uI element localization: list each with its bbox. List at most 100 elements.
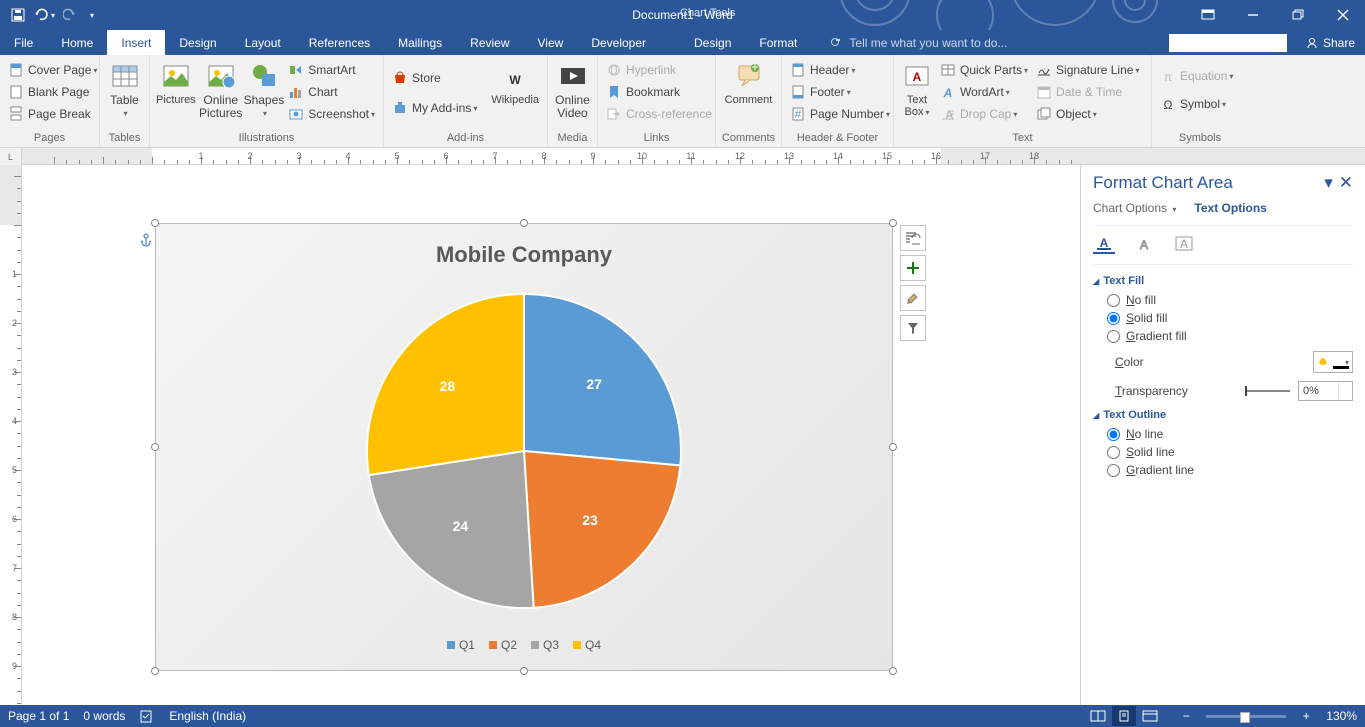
- spell-check-icon[interactable]: [139, 709, 155, 723]
- tab-chart-format[interactable]: Format: [745, 30, 811, 55]
- minimize-button[interactable]: [1230, 0, 1275, 30]
- share-button[interactable]: Share: [1295, 30, 1365, 55]
- online-video-button[interactable]: Online Video: [552, 57, 593, 125]
- cross-reference-button[interactable]: Cross-reference: [602, 103, 716, 125]
- tab-view[interactable]: View: [524, 30, 578, 55]
- symbol-button[interactable]: ΩSymbol▾: [1156, 93, 1237, 115]
- close-button[interactable]: [1320, 0, 1365, 30]
- legend-item[interactable]: Q1: [447, 638, 475, 652]
- resize-handle[interactable]: [520, 219, 528, 227]
- chart-legend[interactable]: Q1Q2Q3Q4: [156, 638, 892, 652]
- document-canvas[interactable]: Mobile Company 27232428 Q1Q2Q3Q4: [22, 165, 1080, 705]
- text-box-tab[interactable]: A: [1173, 232, 1195, 254]
- resize-handle[interactable]: [151, 667, 159, 675]
- blank-page-button[interactable]: Blank Page: [4, 81, 101, 103]
- my-addins-button[interactable]: My Add-ins ▾: [388, 97, 481, 119]
- pane-menu-button[interactable]: ▾: [1324, 173, 1333, 193]
- drop-cap-button[interactable]: ADrop Cap▾: [936, 103, 1032, 125]
- save-button[interactable]: [6, 3, 30, 27]
- tab-mailings[interactable]: Mailings: [384, 30, 456, 55]
- tab-design[interactable]: Design: [165, 30, 230, 55]
- ribbon-display-options[interactable]: [1185, 0, 1230, 30]
- tab-developer[interactable]: Developer: [577, 30, 660, 55]
- print-layout-button[interactable]: [1112, 706, 1136, 726]
- layout-options-button[interactable]: [900, 225, 926, 251]
- equation-button[interactable]: πEquation ▾: [1156, 65, 1237, 87]
- zoom-in-button[interactable]: +: [1294, 706, 1318, 726]
- legend-item[interactable]: Q2: [489, 638, 517, 652]
- resize-handle[interactable]: [889, 667, 897, 675]
- undo-button[interactable]: ▾: [32, 3, 56, 27]
- zoom-slider[interactable]: [1206, 715, 1286, 718]
- no-fill-radio[interactable]: No fill: [1107, 293, 1353, 307]
- tab-references[interactable]: References: [295, 30, 384, 55]
- date-time-button[interactable]: Date & Time: [1032, 81, 1143, 103]
- chart-styles-button[interactable]: [900, 285, 926, 311]
- solid-fill-radio[interactable]: Solid fill: [1107, 311, 1353, 325]
- hyperlink-button[interactable]: Hyperlink: [602, 59, 716, 81]
- pane-close-button[interactable]: ✕: [1339, 173, 1353, 193]
- gradient-line-radio[interactable]: Gradient line: [1107, 463, 1353, 477]
- chart-title[interactable]: Mobile Company: [156, 242, 892, 268]
- chart-button[interactable]: Chart: [284, 81, 379, 103]
- chart-options-tab[interactable]: Chart Options ▾: [1093, 201, 1176, 215]
- resize-handle[interactable]: [889, 443, 897, 451]
- chart-elements-button[interactable]: [900, 255, 926, 281]
- text-box-button[interactable]: ATextBox▾: [898, 57, 936, 125]
- text-options-tab[interactable]: Text Options: [1194, 201, 1266, 215]
- search-input[interactable]: [1169, 34, 1287, 52]
- resize-handle[interactable]: [520, 667, 528, 675]
- text-outline-section[interactable]: Text Outline: [1093, 409, 1353, 421]
- signature-line-button[interactable]: Signature Line ▾: [1032, 59, 1143, 81]
- legend-item[interactable]: Q4: [573, 638, 601, 652]
- web-layout-button[interactable]: [1138, 706, 1162, 726]
- no-line-radio[interactable]: No line: [1107, 427, 1353, 441]
- tab-review[interactable]: Review: [456, 30, 523, 55]
- tab-home[interactable]: Home: [47, 30, 107, 55]
- resize-handle[interactable]: [151, 443, 159, 451]
- wikipedia-button[interactable]: WWikipedia: [487, 57, 543, 125]
- shapes-button[interactable]: Shapes▾: [244, 57, 285, 125]
- tab-layout[interactable]: Layout: [231, 30, 295, 55]
- text-fill-section[interactable]: Text Fill: [1093, 275, 1353, 287]
- word-count[interactable]: 0 words: [83, 709, 125, 723]
- ruler-horizontal[interactable]: L 123456789101112131415161718: [0, 148, 1365, 165]
- resize-handle[interactable]: [889, 219, 897, 227]
- transparency-slider[interactable]: [1245, 390, 1290, 392]
- pie-chart[interactable]: 27232428: [365, 292, 683, 610]
- redo-button[interactable]: [58, 3, 82, 27]
- transparency-input[interactable]: 0%: [1298, 381, 1353, 401]
- chart-filters-button[interactable]: [900, 315, 926, 341]
- wordart-button[interactable]: AWordArt▾: [936, 81, 1032, 103]
- read-mode-button[interactable]: [1086, 706, 1110, 726]
- color-picker-button[interactable]: [1313, 351, 1353, 373]
- qat-customize[interactable]: ▾: [84, 3, 98, 27]
- cover-page-button[interactable]: Cover Page▾: [4, 59, 101, 81]
- tell-me-search[interactable]: Tell me what you want to do...: [829, 30, 1007, 55]
- header-button[interactable]: Header▾: [786, 59, 894, 81]
- tab-chart-design[interactable]: Design: [680, 30, 745, 55]
- zoom-level[interactable]: 130%: [1326, 709, 1357, 723]
- ruler-vertical[interactable]: 123456789: [0, 165, 22, 705]
- language-status[interactable]: English (India): [169, 709, 246, 723]
- footer-button[interactable]: Footer▾: [786, 81, 894, 103]
- table-button[interactable]: Table▾: [104, 57, 145, 125]
- quick-parts-button[interactable]: Quick Parts▾: [936, 59, 1032, 81]
- resize-handle[interactable]: [151, 219, 159, 227]
- store-button[interactable]: Store: [388, 67, 481, 89]
- pictures-button[interactable]: Pictures: [154, 57, 198, 125]
- smartart-button[interactable]: SmartArt: [284, 59, 379, 81]
- zoom-out-button[interactable]: −: [1174, 706, 1198, 726]
- screenshot-button[interactable]: Screenshot▾: [284, 103, 379, 125]
- gradient-fill-radio[interactable]: Gradient fill: [1107, 329, 1353, 343]
- page-break-button[interactable]: Page Break: [4, 103, 101, 125]
- restore-button[interactable]: [1275, 0, 1320, 30]
- page-number-button[interactable]: #Page Number▾: [786, 103, 894, 125]
- object-button[interactable]: Object ▾: [1032, 103, 1143, 125]
- comment-button[interactable]: +Comment: [720, 57, 777, 125]
- tab-insert[interactable]: Insert: [107, 30, 165, 55]
- tab-file[interactable]: File: [0, 30, 47, 55]
- text-fill-outline-tab[interactable]: A: [1093, 232, 1115, 254]
- chart-object[interactable]: Mobile Company 27232428 Q1Q2Q3Q4: [155, 223, 893, 671]
- bookmark-button[interactable]: Bookmark: [602, 81, 716, 103]
